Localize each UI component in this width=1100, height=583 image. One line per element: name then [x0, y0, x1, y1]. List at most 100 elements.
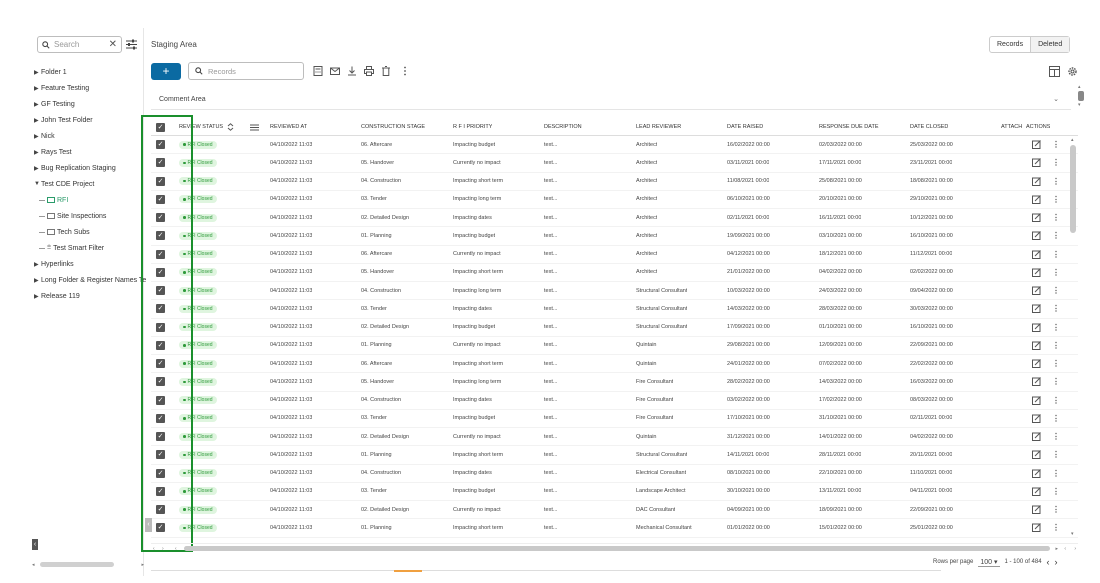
- table-row[interactable]: ✓ RFI Closed 04/10/2022 11:03 06. Aftercare…: [151, 355, 1078, 374]
- table-row[interactable]: ✓ RFI Closed 04/10/2022 11:03 03. Tender Imp…: [151, 300, 1078, 319]
- caret-right-icon[interactable]: ▶: [34, 165, 41, 172]
- row-checkbox[interactable]: ✓: [156, 176, 165, 186]
- row-more-icon[interactable]: ⋮: [1052, 341, 1060, 350]
- edit-icon[interactable]: [1032, 213, 1041, 223]
- row-more-icon[interactable]: ⋮: [1052, 414, 1060, 423]
- delete-icon[interactable]: [381, 66, 391, 76]
- row-more-icon[interactable]: ⋮: [1052, 469, 1060, 478]
- table-row[interactable]: ✓ RFI Closed 04/10/2022 11:03 03. Tender Imp…: [151, 410, 1078, 428]
- row-checkbox[interactable]: ✓: [156, 432, 165, 442]
- row-more-icon[interactable]: ⋮: [1052, 231, 1060, 240]
- column-header-date-raised[interactable]: DATE RAISED: [727, 119, 763, 135]
- edit-icon[interactable]: [1032, 286, 1041, 296]
- row-more-icon[interactable]: ⋮: [1052, 158, 1060, 167]
- edit-icon[interactable]: [1032, 140, 1041, 150]
- caret-right-icon[interactable]: ▶: [34, 293, 41, 300]
- deleted-toggle-button[interactable]: Deleted: [1030, 37, 1070, 52]
- row-more-icon[interactable]: ⋮: [1052, 377, 1060, 386]
- row-checkbox[interactable]: ✓: [156, 413, 165, 423]
- edit-icon[interactable]: [1032, 176, 1041, 186]
- sort-icon[interactable]: [227, 123, 234, 131]
- edit-icon[interactable]: [1032, 231, 1041, 241]
- edit-icon[interactable]: [1032, 414, 1041, 423]
- column-header-description[interactable]: DESCRIPTION: [544, 119, 582, 135]
- edit-icon[interactable]: [1032, 359, 1041, 369]
- edit-icon[interactable]: [1032, 395, 1041, 405]
- records-search-input[interactable]: Records: [188, 62, 304, 80]
- sidebar-search-input[interactable]: Search ✕: [37, 36, 122, 53]
- column-header-review-status[interactable]: REVIEW STATUS: [179, 124, 223, 130]
- clear-search-icon[interactable]: ✕: [109, 39, 117, 50]
- row-checkbox[interactable]: ✓: [156, 249, 165, 259]
- row-checkbox[interactable]: ✓: [156, 468, 165, 478]
- caret-down-icon[interactable]: ▼: [34, 181, 41, 187]
- table-row[interactable]: ✓ RFI Closed 04/10/2022 11:03 05. Handover C…: [151, 154, 1078, 173]
- more-options-icon[interactable]: [400, 66, 410, 76]
- caret-right-icon[interactable]: ▶: [34, 101, 41, 108]
- column-layout-icon[interactable]: [1049, 66, 1060, 77]
- records-toggle-button[interactable]: Records: [990, 37, 1030, 52]
- table-row[interactable]: ✓ RFI Closed 04/10/2022 11:03 02. Detailed …: [151, 209, 1078, 228]
- add-record-button[interactable]: +: [151, 63, 181, 80]
- table-row[interactable]: ✓ RFI Closed 04/10/2022 11:03 02. Detailed …: [151, 319, 1078, 337]
- row-checkbox[interactable]: ✓: [156, 286, 165, 296]
- caret-right-icon[interactable]: ▶: [34, 85, 41, 92]
- table-row[interactable]: ✓ RFI Closed 04/10/2022 11:03 05. Handover I…: [151, 373, 1078, 392]
- edit-icon[interactable]: [1032, 505, 1041, 515]
- calculator-icon[interactable]: [313, 66, 323, 76]
- sidebar-collapse-button[interactable]: ‹: [32, 539, 38, 550]
- row-more-icon[interactable]: ⋮: [1052, 304, 1060, 313]
- caret-right-icon[interactable]: ▶: [34, 133, 41, 140]
- caret-right-icon[interactable]: ▶: [34, 277, 41, 284]
- row-checkbox[interactable]: ✓: [156, 505, 165, 515]
- table-row[interactable]: ✓ RFI Closed 04/10/2022 11:03 02. Detailed …: [151, 428, 1078, 447]
- caret-right-icon[interactable]: ▶: [34, 149, 41, 156]
- table-row[interactable]: ✓ RFI Closed 04/10/2022 11:03 01. Planning I…: [151, 446, 1078, 465]
- edit-icon[interactable]: [1032, 377, 1041, 387]
- column-header-response-due-date[interactable]: RESPONSE DUE DATE: [819, 119, 879, 135]
- edit-icon[interactable]: [1032, 487, 1041, 496]
- select-all-checkbox[interactable]: ✓: [156, 122, 165, 132]
- download-icon[interactable]: [347, 66, 357, 76]
- edit-icon[interactable]: [1032, 268, 1041, 277]
- row-more-icon[interactable]: ⋮: [1052, 359, 1060, 368]
- table-row[interactable]: ✓ RFI Closed 04/10/2022 11:03 01. Planning I…: [151, 519, 1078, 538]
- row-more-icon[interactable]: ⋮: [1052, 250, 1060, 259]
- table-row[interactable]: ✓ RFI Closed 04/10/2022 11:03 04. Construct…: [151, 173, 1078, 191]
- row-checkbox[interactable]: ✓: [156, 140, 165, 150]
- table-row[interactable]: ✓ RFI Closed 04/10/2022 11:03 04. Construct…: [151, 392, 1078, 410]
- table-row[interactable]: ✓ RFI Closed 04/10/2022 11:03 04. Construct…: [151, 465, 1078, 483]
- row-more-icon[interactable]: ⋮: [1052, 140, 1060, 149]
- table-row[interactable]: ✓ RFI Closed 04/10/2022 11:03 04. Construct…: [151, 282, 1078, 301]
- column-menu-icon[interactable]: [250, 124, 259, 131]
- row-checkbox[interactable]: ✓: [156, 377, 165, 387]
- edit-icon[interactable]: [1032, 249, 1041, 259]
- settings-gear-icon[interactable]: [1067, 66, 1078, 77]
- row-checkbox[interactable]: ✓: [156, 322, 165, 332]
- edit-icon[interactable]: [1032, 341, 1041, 350]
- table-row[interactable]: ✓ RFI Closed 04/10/2022 11:03 06. Aftercare…: [151, 246, 1078, 264]
- filter-settings-icon[interactable]: [126, 39, 137, 50]
- row-checkbox[interactable]: ✓: [156, 194, 165, 204]
- row-checkbox[interactable]: ✓: [156, 340, 165, 350]
- row-checkbox[interactable]: ✓: [156, 395, 165, 405]
- sidebar-horizontal-scrollbar[interactable]: ◂ ▸: [32, 561, 144, 569]
- edit-icon[interactable]: [1032, 523, 1041, 533]
- row-checkbox[interactable]: ✓: [156, 158, 165, 168]
- grid-vertical-scrollbar[interactable]: ▴ ▾: [1069, 137, 1078, 537]
- row-more-icon[interactable]: ⋮: [1052, 323, 1060, 332]
- row-checkbox[interactable]: ✓: [156, 267, 165, 277]
- grid-horizontal-scrollbar[interactable]: ‹ › ‹ ▸ ‹ ›: [151, 543, 1078, 552]
- caret-right-icon[interactable]: ▶: [34, 117, 41, 124]
- edit-icon[interactable]: [1032, 195, 1041, 204]
- row-checkbox[interactable]: ✓: [156, 486, 165, 496]
- print-icon[interactable]: [364, 66, 374, 76]
- row-checkbox[interactable]: ✓: [156, 523, 165, 533]
- edit-icon[interactable]: [1032, 158, 1041, 168]
- row-more-icon[interactable]: ⋮: [1052, 432, 1060, 441]
- table-row[interactable]: ✓ RFI Closed 04/10/2022 11:03 03. Tender Imp…: [151, 483, 1078, 501]
- row-more-icon[interactable]: ⋮: [1052, 286, 1060, 295]
- comment-scrollbar[interactable]: ▴ ▾: [1077, 84, 1085, 108]
- caret-right-icon[interactable]: ▶: [34, 261, 41, 268]
- rows-per-page-select[interactable]: 100 ▾: [978, 558, 1000, 567]
